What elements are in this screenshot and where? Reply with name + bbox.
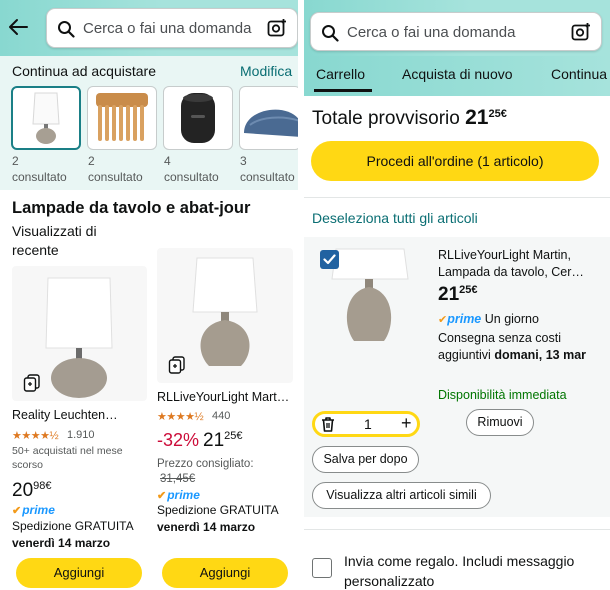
delivery-date: venerdì 14 marzo — [157, 520, 256, 534]
rating-count: 440 — [212, 410, 231, 422]
table-lamp-icon — [331, 248, 409, 341]
quantity-value: 1 — [364, 416, 372, 432]
thumb-speaker[interactable] — [163, 86, 233, 150]
subtotal: Totale provvisorio 2125€ — [312, 106, 507, 129]
discount-percent: -32% — [157, 430, 200, 450]
item-select-checkbox[interactable] — [320, 250, 339, 269]
camera-search-icon[interactable] — [571, 22, 592, 42]
search-icon — [322, 25, 339, 42]
compare-badge-icon[interactable] — [168, 356, 186, 374]
plus-icon[interactable]: + — [401, 413, 412, 434]
search-bar[interactable]: Cerca o fai una domanda — [310, 12, 602, 51]
cart-item-title[interactable]: RLLiveYourLight Martin, Lampada da tavol… — [438, 247, 603, 281]
proceed-to-checkout-button[interactable]: Procedi all'ordine (1 articolo) — [311, 141, 599, 181]
gift-label[interactable]: Invia come regalo. Includi messaggio per… — [344, 551, 604, 590]
divider — [304, 197, 610, 198]
cart-item-price: 2125€ — [438, 284, 478, 305]
right-screen: Cerca o fai una domanda Carrello Acquist… — [304, 0, 610, 590]
thumb-cap[interactable] — [239, 86, 298, 150]
add-to-cart-button[interactable]: Aggiungi — [16, 558, 142, 588]
bought-count: 50+ acquistati nel mese scorso — [12, 445, 123, 471]
shipping-text: Spedizione GRATUITA — [157, 503, 279, 517]
cart-item-image[interactable] — [328, 245, 412, 405]
back-arrow-icon[interactable] — [7, 16, 29, 38]
active-tab-underline — [314, 89, 372, 92]
left-screen: Cerca o fai una domanda Continua ad acqu… — [0, 0, 298, 590]
tab-buy-again[interactable]: Acquista di nuovo — [402, 66, 513, 82]
divider — [304, 529, 610, 530]
see-similar-button[interactable]: Visualizza altri articoli simili — [312, 482, 491, 509]
thumb-lamp[interactable] — [11, 86, 81, 150]
bluetooth-speaker-icon — [181, 93, 215, 143]
trash-icon[interactable] — [321, 417, 335, 432]
rating-count: 1.910 — [67, 429, 95, 441]
table-lamp-icon — [32, 92, 60, 144]
section-title: Lampade da tavolo e abat-jour — [12, 199, 251, 217]
thumb-count: 4 consultato — [164, 154, 219, 184]
thumb-count: 2 consultato — [12, 154, 67, 184]
tab-cart[interactable]: Carrello — [316, 66, 365, 82]
continue-shopping-title: Continua ad acquistare — [12, 63, 156, 79]
denim-cap-icon — [244, 109, 298, 137]
camera-search-icon[interactable] — [267, 18, 288, 38]
delivery-date: venerdì 14 marzo — [12, 536, 111, 550]
prime-delivery: ✔prime Un giorno — [438, 312, 539, 326]
prime-badge: ✔prime — [12, 503, 55, 517]
prime-badge: ✔prime — [157, 488, 200, 502]
product-title[interactable]: Reality Leuchten… — [12, 408, 147, 422]
stock-status: Disponibilità immediata — [438, 388, 567, 402]
star-rating: ★★★★½ — [12, 430, 59, 442]
thumb-count: 2 consultato — [88, 154, 143, 184]
search-icon — [58, 21, 75, 38]
tab-continue[interactable]: Continua — [551, 66, 607, 82]
section-subtitle: Visualizzati di recente — [12, 223, 97, 258]
checkmark-icon — [323, 254, 336, 265]
search-placeholder: Cerca o fai una domanda — [347, 24, 516, 41]
product-title[interactable]: RLLiveYourLight Mart… — [157, 390, 295, 404]
thumb-count: 3 consultato — [240, 154, 295, 184]
product-price: -32% 2125€ — [157, 430, 243, 451]
wooden-comb-icon — [96, 93, 148, 141]
thumb-comb[interactable] — [87, 86, 157, 150]
remove-button[interactable]: Rimuovi — [466, 409, 534, 436]
edit-link[interactable]: Modifica — [240, 63, 292, 79]
delivery-text: Consegna senza costi aggiuntivi domani, … — [438, 331, 587, 362]
shipping-text: Spedizione GRATUITA — [12, 519, 134, 533]
product-price: 2098€ — [12, 480, 52, 501]
search-bar[interactable]: Cerca o fai una domanda — [46, 8, 298, 48]
list-price-label: Prezzo consigliato: — [157, 458, 254, 470]
gift-checkbox[interactable] — [312, 558, 332, 578]
compare-badge-icon[interactable] — [23, 374, 41, 392]
save-for-later-button[interactable]: Salva per dopo — [312, 446, 419, 473]
deselect-all-link[interactable]: Deseleziona tutti gli articoli — [312, 210, 478, 226]
list-price: 31,45€ — [160, 473, 196, 485]
search-placeholder: Cerca o fai una domanda — [83, 20, 252, 37]
quantity-stepper[interactable]: 1 + — [312, 411, 420, 437]
add-to-cart-button[interactable]: Aggiungi — [162, 558, 288, 588]
star-rating: ★★★★½ — [157, 411, 204, 423]
